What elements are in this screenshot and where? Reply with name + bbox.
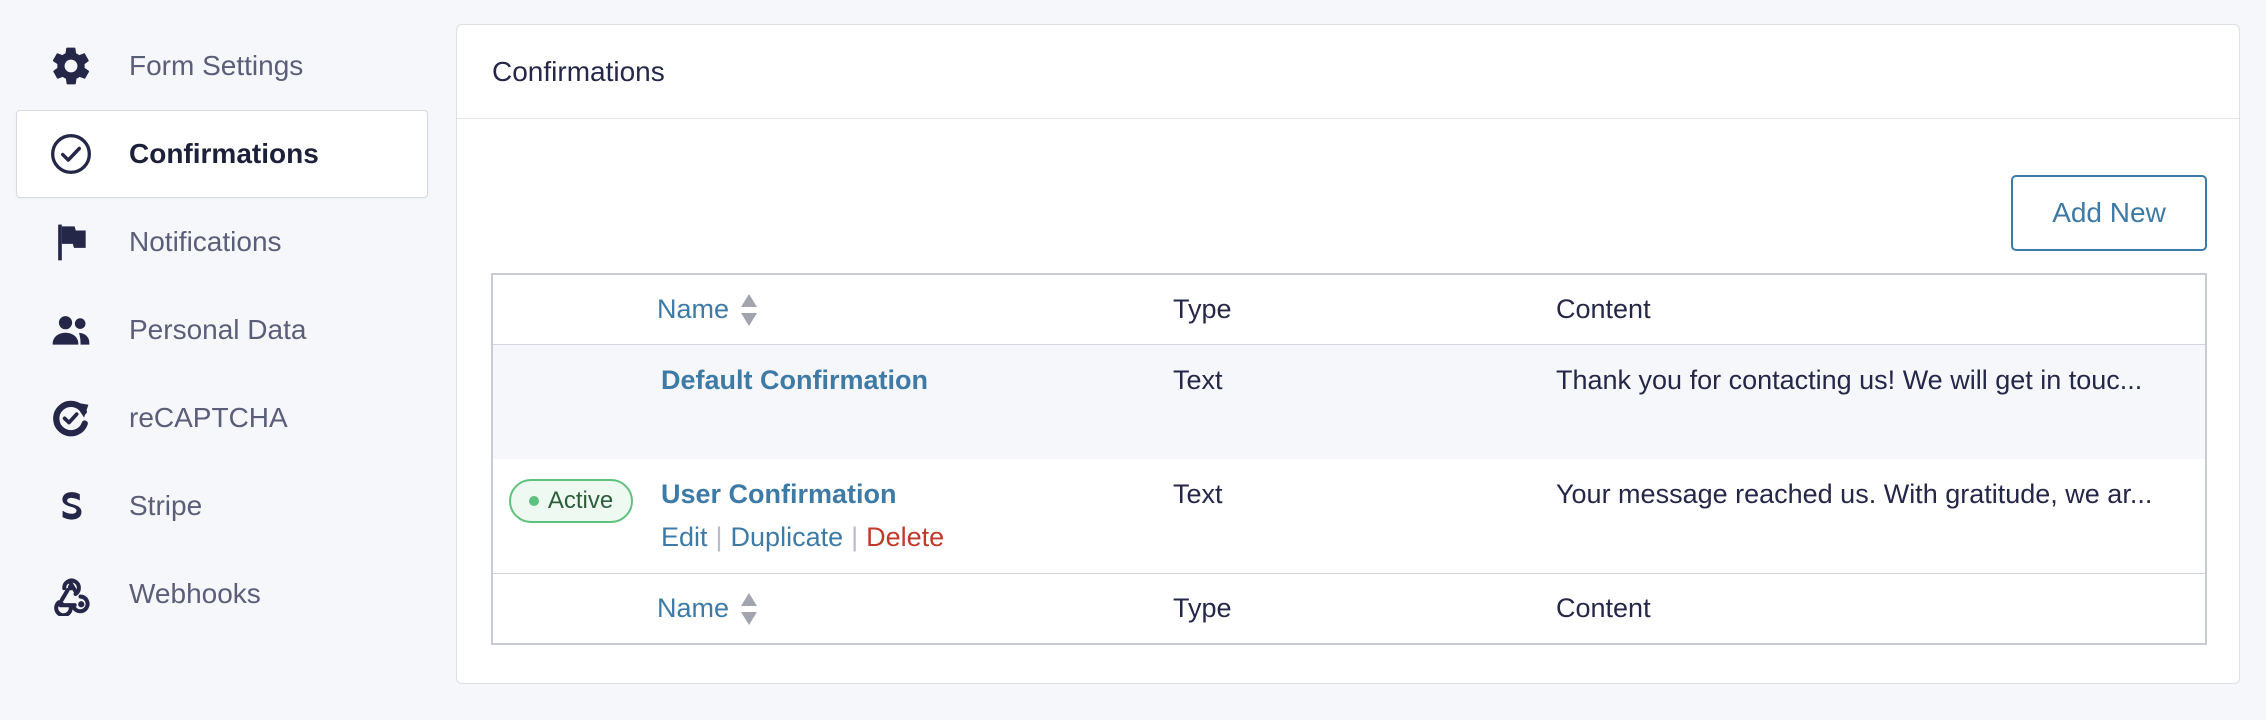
- delete-link[interactable]: Delete: [866, 522, 944, 552]
- table-footer-row: Name Type Content: [493, 573, 2205, 643]
- people-icon: [49, 308, 93, 352]
- content-column-footer: Content: [1556, 593, 2205, 624]
- status-cell: Active: [493, 459, 657, 573]
- type-cell: Text: [1173, 459, 1556, 573]
- gear-icon: [49, 44, 93, 88]
- type-value: Text: [1173, 365, 1223, 395]
- type-column-footer: Type: [1173, 593, 1556, 624]
- column-label: Content: [1556, 593, 1651, 623]
- edit-link[interactable]: Edit: [661, 522, 708, 552]
- content-value: Your message reached us. With gratitude,…: [1556, 479, 2153, 509]
- column-label: Content: [1556, 294, 1651, 324]
- confirmations-panel: Confirmations Add New Name Type Content: [456, 24, 2240, 684]
- column-label: Name: [657, 294, 730, 324]
- flag-icon: [49, 220, 93, 264]
- type-value: Text: [1173, 479, 1223, 509]
- table-header-row: Name Type Content: [493, 275, 2205, 345]
- status-dot-icon: [528, 496, 539, 506]
- sidebar-item-stripe[interactable]: Stripe: [16, 462, 428, 550]
- status-cell: [493, 345, 657, 459]
- table-row: Active User Confirmation Edit | Duplicate |…: [493, 459, 2205, 573]
- sidebar-item-form-settings[interactable]: Form Settings: [16, 22, 428, 110]
- webhooks-icon: [49, 572, 93, 616]
- name-column-header: Name: [657, 293, 1173, 327]
- confirmation-name-link[interactable]: User Confirmation: [657, 479, 1173, 510]
- sidebar-item-notifications[interactable]: Notifications: [16, 198, 428, 286]
- sort-by-name-link[interactable]: Name: [657, 293, 759, 327]
- confirmations-table: Name Type Content Default Confirmation T…: [491, 273, 2207, 645]
- add-new-button[interactable]: Add New: [2011, 175, 2207, 251]
- form-settings-page: Form Settings Confirmations Notification…: [0, 0, 2266, 720]
- recaptcha-icon: [49, 396, 93, 440]
- stripe-icon: [49, 484, 93, 528]
- sort-icon: [741, 592, 758, 625]
- sidebar-item-label: Confirmations: [129, 138, 319, 169]
- name-cell: Default Confirmation: [657, 345, 1173, 459]
- sidebar-item-label: reCAPTCHA: [129, 402, 288, 433]
- content-value: Thank you for contacting us! We will get…: [1556, 365, 2143, 395]
- sidebar-item-recaptcha[interactable]: reCAPTCHA: [16, 374, 428, 462]
- content-cell: Thank you for contacting us! We will get…: [1556, 345, 2205, 459]
- sidebar-item-label: Webhooks: [129, 578, 261, 609]
- action-separator: |: [851, 522, 859, 552]
- action-separator: |: [715, 522, 723, 552]
- sidebar-item-label: Stripe: [129, 490, 203, 521]
- sort-by-name-link[interactable]: Name: [657, 592, 759, 626]
- table-row: Default Confirmation Text Thank you for …: [493, 345, 2205, 459]
- sidebar-item-label: Notifications: [129, 226, 282, 257]
- name-column-footer: Name: [657, 592, 1173, 626]
- content-cell: Your message reached us. With gratitude,…: [1556, 459, 2205, 573]
- sidebar-item-label: Form Settings: [129, 50, 304, 81]
- row-actions: Edit | Duplicate | Delete: [657, 522, 1173, 553]
- duplicate-link[interactable]: Duplicate: [731, 522, 844, 552]
- sidebar-item-label: Personal Data: [129, 314, 307, 345]
- type-cell: Text: [1173, 345, 1556, 459]
- status-label: Active: [547, 487, 614, 514]
- column-label: Name: [657, 593, 730, 623]
- confirmation-name-link[interactable]: Default Confirmation: [657, 365, 1173, 396]
- column-label: Type: [1173, 294, 1232, 324]
- sidebar-item-webhooks[interactable]: Webhooks: [16, 550, 428, 638]
- type-column-header: Type: [1173, 294, 1556, 325]
- panel-title: Confirmations: [457, 25, 2239, 119]
- sidebar-item-personal-data[interactable]: Personal Data: [16, 286, 428, 374]
- name-cell: User Confirmation Edit | Duplicate | Delete: [657, 459, 1173, 573]
- settings-sidebar: Form Settings Confirmations Notification…: [16, 22, 428, 638]
- column-label: Type: [1173, 593, 1232, 623]
- sort-icon: [741, 293, 758, 326]
- active-status-badge[interactable]: Active: [509, 479, 633, 523]
- sidebar-item-confirmations[interactable]: Confirmations: [16, 110, 428, 198]
- check-circle-icon: [49, 132, 93, 176]
- content-column-header: Content: [1556, 294, 2205, 325]
